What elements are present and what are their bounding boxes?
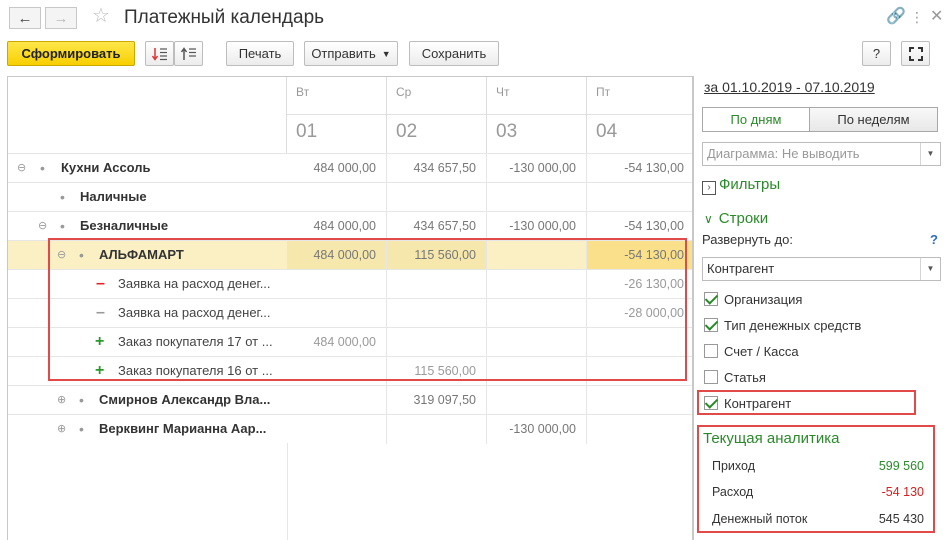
expand-row-icon[interactable]: ⊕	[57, 415, 66, 443]
chevron-right-icon: ›	[702, 181, 716, 195]
analytics-income-value: 599 560	[878, 459, 924, 473]
page-title: Платежный календарь	[124, 7, 325, 28]
by-weeks-tab[interactable]: По неделям	[809, 107, 938, 132]
bullet-icon: •	[40, 160, 45, 176]
table-row[interactable]: – Заявка на расход денег... -26 130,00	[8, 269, 692, 299]
header-column-2[interactable]: Ср 02	[387, 77, 487, 153]
calendar-table: Вт 01 Ср 02 Чт 03 Пт 04 ⊖ • Кухни Ассоль…	[7, 76, 693, 540]
arrow-right-icon: →	[53, 9, 69, 27]
panel-divider	[693, 76, 694, 540]
header-column-1[interactable]: Вт 01	[287, 77, 387, 153]
help-icon[interactable]: ?	[930, 232, 938, 247]
bullet-icon: •	[79, 392, 84, 408]
bullet-icon: •	[60, 218, 65, 234]
fullscreen-button[interactable]	[901, 41, 930, 66]
bullet-icon: •	[79, 421, 84, 437]
arrow-left-icon: ←	[17, 9, 33, 27]
forward-button[interactable]: →	[45, 7, 77, 29]
checkbox-icon[interactable]	[704, 292, 718, 306]
table-row[interactable]: ⊖ • Безналичные 484 000,00 434 657,50 -1…	[8, 211, 692, 241]
plus-icon: +	[95, 362, 105, 379]
collapse-icon[interactable]: ⊖	[17, 154, 26, 182]
sort-ascending-icon	[180, 46, 196, 60]
table-row[interactable]: ⊖ • Кухни Ассоль 484 000,00 434 657,50 -…	[8, 153, 692, 183]
header-column-4[interactable]: Пт 04	[587, 77, 692, 153]
analytics-income-label: Приход	[712, 459, 755, 473]
header-column-3[interactable]: Чт 03	[487, 77, 587, 153]
minus-icon: –	[96, 275, 105, 292]
checkbox-icon[interactable]	[704, 396, 718, 410]
sort-asc-button[interactable]	[174, 41, 203, 66]
minus-icon: –	[96, 304, 105, 321]
table-row-selected[interactable]: ⊖ • АЛЬФАМАРТ 484 000,00 115 560,00 -54 …	[8, 240, 692, 270]
table-row[interactable]: • Наличные	[8, 182, 692, 212]
star-icon[interactable]: ☆	[92, 5, 110, 27]
chevron-down-icon: ▼	[920, 143, 940, 165]
analytics-cashflow-value: 545 430	[878, 512, 924, 526]
chevron-down-icon: ▼	[920, 258, 940, 280]
checkbox-account[interactable]: Счет / Касса	[704, 341, 799, 361]
more-icon[interactable]: ⋮	[910, 6, 924, 28]
table-row[interactable]: – Заявка на расход денег... -28 000,00	[8, 298, 692, 328]
chevron-down-icon: ▼	[381, 48, 391, 59]
analytics-cashflow-label: Денежный поток	[712, 512, 808, 526]
analytics-title: Текущая аналитика	[703, 430, 840, 447]
close-icon[interactable]: ✕	[930, 6, 943, 28]
checkbox-icon[interactable]	[704, 370, 718, 384]
rows-section[interactable]: ∨ Строки	[704, 209, 768, 229]
table-row[interactable]: ⊕ • Верквинг Марианна Аар... -130 000,00	[8, 414, 692, 444]
generate-button[interactable]: Сформировать	[7, 41, 135, 66]
analytics-expense-label: Расход	[712, 485, 754, 499]
checkbox-icon[interactable]	[704, 318, 718, 332]
back-button[interactable]: ←	[9, 7, 41, 29]
by-days-tab[interactable]: По дням	[702, 107, 810, 132]
bullet-icon: •	[60, 189, 65, 205]
save-button[interactable]: Сохранить	[409, 41, 499, 66]
header-row-label-cell	[8, 77, 287, 153]
table-row[interactable]: + Заказ покупателя 16 от ... 115 560,00	[8, 356, 692, 386]
table-row[interactable]: + Заказ покупателя 17 от ... 484 000,00	[8, 327, 692, 357]
chevron-down-icon: ∨	[704, 212, 713, 226]
expand-icon	[908, 46, 923, 61]
expand-to-label: Развернуть до:	[702, 232, 793, 247]
link-icon[interactable]: 🔗	[886, 6, 906, 28]
sort-desc-button[interactable]	[145, 41, 174, 66]
diagram-select[interactable]: Диаграмма: Не выводить ▼	[702, 142, 941, 166]
collapse-icon[interactable]: ⊖	[38, 212, 47, 240]
plus-icon: +	[95, 333, 105, 350]
checkbox-counterparty[interactable]: Контрагент	[704, 393, 791, 413]
help-button[interactable]: ?	[862, 41, 891, 66]
checkbox-organization[interactable]: Организация	[704, 289, 802, 309]
print-button[interactable]: Печать	[226, 41, 294, 66]
checkbox-icon[interactable]	[704, 344, 718, 358]
filters-section[interactable]: › Фильтры	[702, 175, 780, 195]
checkbox-money-type[interactable]: Тип денежных средств	[704, 315, 861, 335]
sort-descending-icon	[151, 47, 167, 61]
checkbox-article[interactable]: Статья	[704, 367, 766, 387]
period-link[interactable]: за 01.10.2019 - 07.10.2019	[704, 79, 875, 95]
collapse-icon[interactable]: ⊖	[57, 241, 66, 269]
send-button[interactable]: Отправить ▼	[304, 41, 398, 66]
bullet-icon: •	[79, 247, 84, 263]
expand-row-icon[interactable]: ⊕	[57, 386, 66, 414]
table-row[interactable]: ⊕ • Смирнов Александр Вла... 319 097,50	[8, 385, 692, 415]
expand-to-select[interactable]: Контрагент ▼	[702, 257, 941, 281]
analytics-expense-value: -54 130	[881, 485, 924, 499]
